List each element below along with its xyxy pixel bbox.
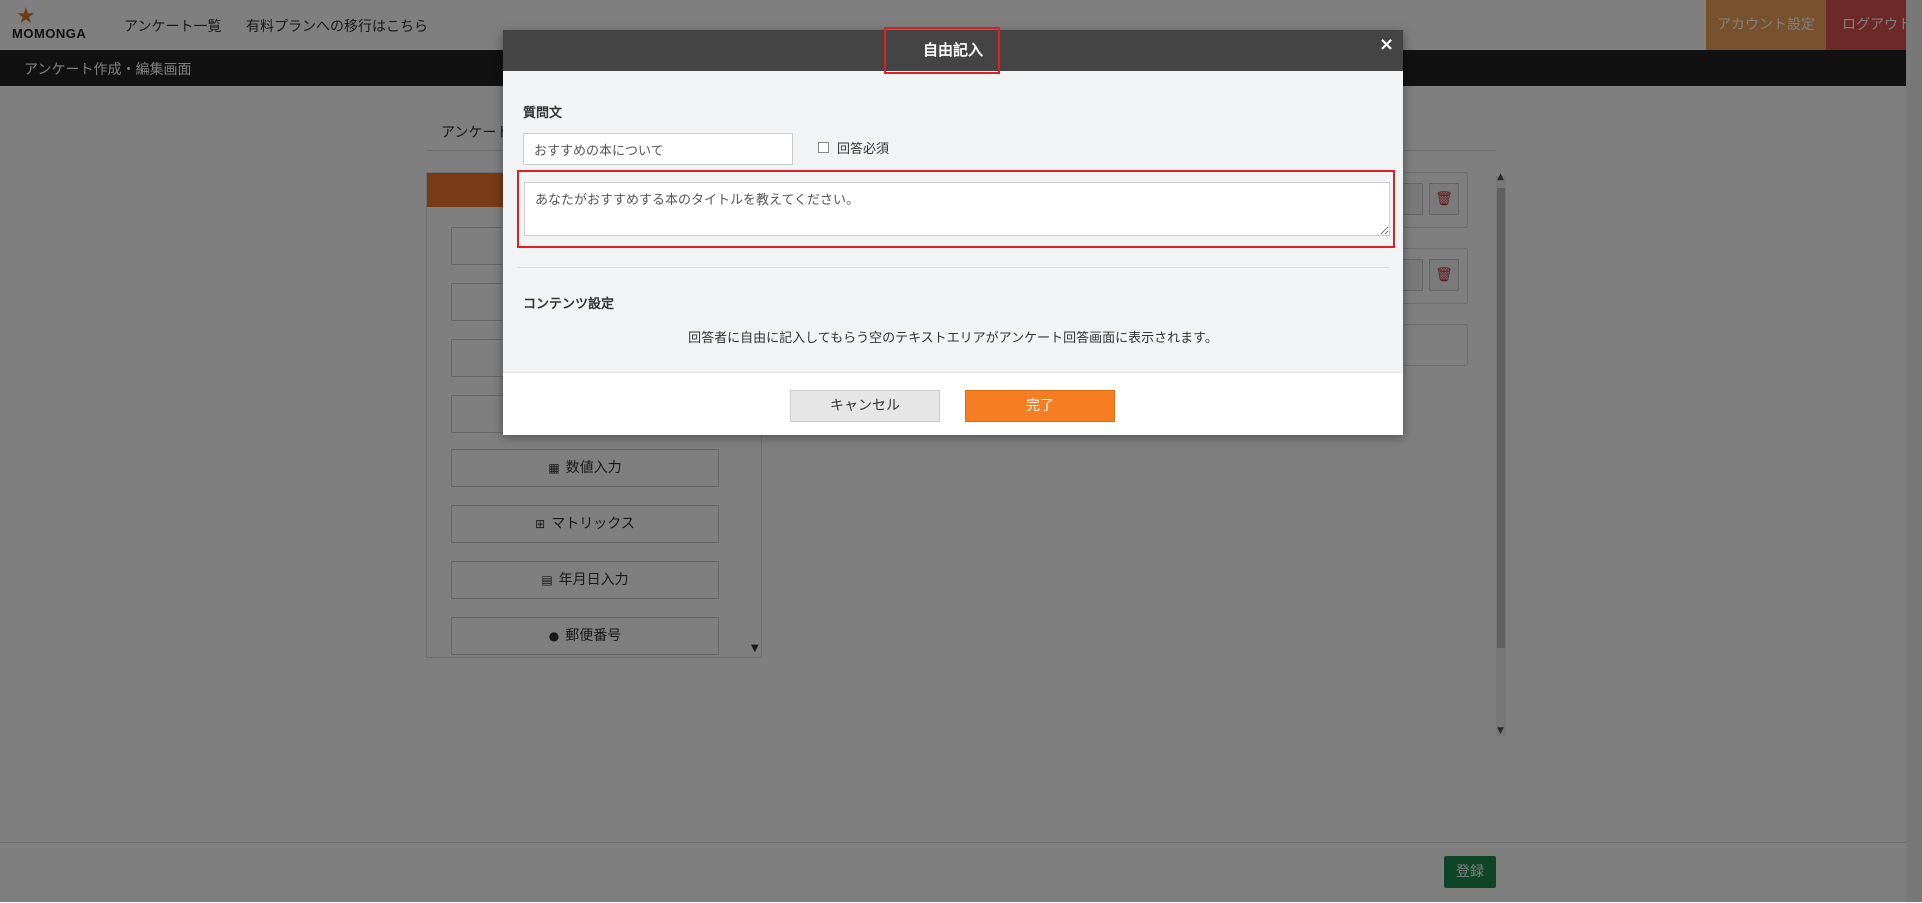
done-button[interactable]: 完了 bbox=[965, 390, 1115, 422]
content-settings-description: 回答者に自由に記入してもらう空のテキストエリアがアンケート回答画面に表示されます… bbox=[688, 331, 1218, 346]
modal-divider bbox=[517, 267, 1389, 268]
free-text-modal: 自由記入 × 質問文 回答必須 あなたがおすすめする本のタイトルを教えてください… bbox=[503, 27, 1403, 435]
modal-footer: キャンセル 完了 bbox=[503, 372, 1403, 435]
question-description-textarea[interactable]: あなたがおすすめする本のタイトルを教えてください。 bbox=[524, 182, 1390, 236]
required-label[interactable]: 回答必須 bbox=[837, 138, 889, 157]
title-highlight-box bbox=[884, 27, 1000, 74]
cancel-button[interactable]: キャンセル bbox=[790, 390, 940, 422]
question-text-label: 質問文 bbox=[523, 106, 563, 121]
content-settings-label: コンテンツ設定 bbox=[523, 297, 615, 312]
question-text-input[interactable] bbox=[523, 133, 793, 165]
required-checkbox[interactable] bbox=[818, 142, 829, 153]
close-icon[interactable]: × bbox=[1379, 34, 1394, 55]
